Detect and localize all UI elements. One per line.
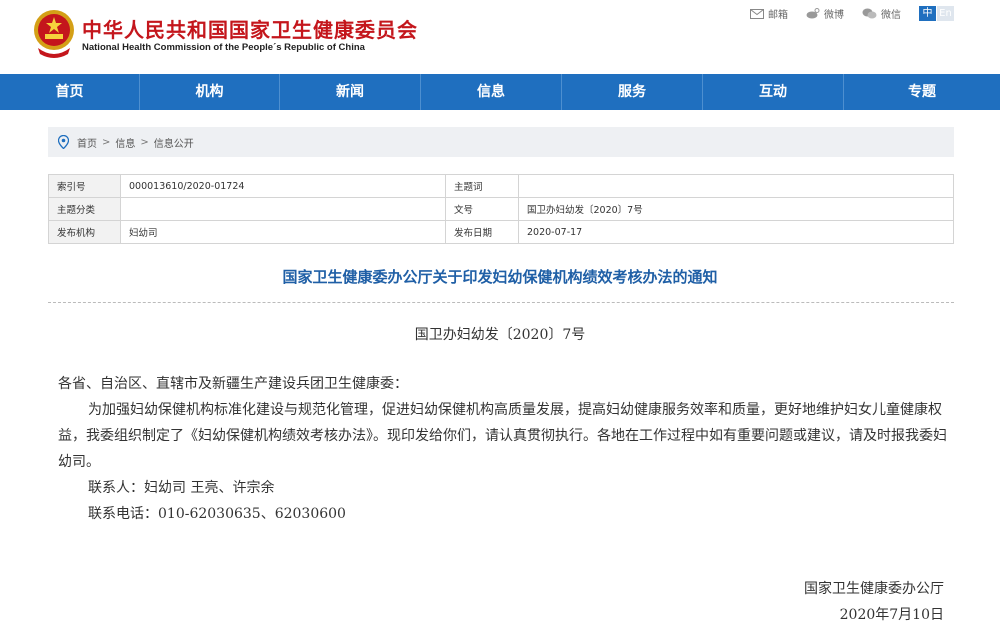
table-row: 发布机构 妇幼司 发布日期 2020-07-17: [48, 220, 954, 244]
article-contact: 联系人：妇幼司 王亮、许宗余: [88, 480, 275, 496]
weibo-label: 微博: [824, 10, 844, 21]
breadcrumb-separator: >: [140, 136, 149, 148]
nav-item-information[interactable]: 信息: [421, 74, 562, 110]
docnum-label: 文号: [445, 197, 519, 221]
category-value: [120, 197, 446, 221]
lang-cn-button[interactable]: 中: [919, 6, 936, 21]
date-label: 发布日期: [445, 220, 519, 244]
table-row: 索引号 000013610/2020-01724 主题词: [48, 174, 954, 198]
top-links: 邮箱 微博 微信 中 En: [750, 6, 954, 21]
article-paragraph: 为加强妇幼保健机构标准化建设与规范化管理，促进妇幼保健机构高质量发展，提高妇幼健…: [58, 402, 947, 470]
breadcrumb: 首页 > 信息 > 信息公开: [48, 127, 954, 157]
site-title-en: National Health Commission of the People…: [82, 42, 365, 53]
location-pin-icon: [58, 135, 69, 149]
article-body: 各省、自治区、直辖市及新疆生产建设兵团卫生健康委： 为加强妇幼保健机构标准化建设…: [58, 371, 948, 527]
nav-item-home[interactable]: 首页: [0, 74, 140, 110]
category-label: 主题分类: [48, 197, 121, 221]
keyword-label: 主题词: [445, 174, 519, 198]
document-meta-table: 索引号 000013610/2020-01724 主题词 主题分类 文号 国卫办…: [48, 174, 954, 244]
national-emblem-icon: [34, 10, 74, 58]
article-sign-date: 2020年7月10日: [839, 607, 944, 623]
date-value: 2020-07-17: [518, 220, 954, 244]
article-salutation: 各省、自治区、直辖市及新疆生产建设兵团卫生健康委：: [58, 376, 408, 392]
keyword-value: [518, 174, 954, 198]
nav-item-services[interactable]: 服务: [562, 74, 703, 110]
article-doc-number: 国卫办妇幼发〔2020〕7号: [414, 327, 586, 343]
breadcrumb-info-disclosure[interactable]: 信息公开: [154, 135, 194, 150]
site-header: 中华人民共和国国家卫生健康委员会 National Health Commiss…: [0, 0, 1000, 74]
article-title: 国家卫生健康委办公厅关于印发妇幼保健机构绩效考核办法的通知: [282, 268, 718, 286]
article-phone: 联系电话：010-62030635、62030600: [88, 506, 346, 522]
article-signature: 国家卫生健康委办公厅: [804, 581, 944, 597]
language-switch: 中 En: [919, 6, 954, 21]
breadcrumb-separator: >: [102, 136, 111, 148]
main-nav: 首页 机构 新闻 信息 服务 互动 专题: [0, 74, 1000, 110]
title-divider: [48, 302, 954, 303]
nav-item-interaction[interactable]: 互动: [703, 74, 844, 110]
lang-en-button[interactable]: En: [937, 6, 954, 21]
weibo-icon: [806, 8, 820, 19]
table-row: 主题分类 文号 国卫办妇幼发〔2020〕7号: [48, 197, 954, 221]
mail-icon: [750, 8, 764, 19]
mail-link[interactable]: 邮箱: [750, 6, 788, 21]
nav-item-news[interactable]: 新闻: [280, 74, 421, 110]
docnum-value: 国卫办妇幼发〔2020〕7号: [518, 197, 954, 221]
wechat-label: 微信: [881, 10, 901, 21]
wechat-link[interactable]: 微信: [862, 6, 901, 21]
index-value: 000013610/2020-01724: [120, 174, 446, 198]
wechat-icon: [862, 8, 877, 19]
site-title-cn[interactable]: 中华人民共和国国家卫生健康委员会: [82, 14, 418, 43]
issuer-value: 妇幼司: [120, 220, 446, 244]
breadcrumb-information[interactable]: 信息: [115, 135, 135, 150]
mail-label: 邮箱: [768, 10, 788, 21]
issuer-label: 发布机构: [48, 220, 121, 244]
nav-item-topics[interactable]: 专题: [844, 74, 1000, 110]
weibo-link[interactable]: 微博: [806, 6, 844, 21]
nav-item-organization[interactable]: 机构: [140, 74, 280, 110]
index-label: 索引号: [48, 174, 121, 198]
breadcrumb-home[interactable]: 首页: [77, 135, 97, 150]
